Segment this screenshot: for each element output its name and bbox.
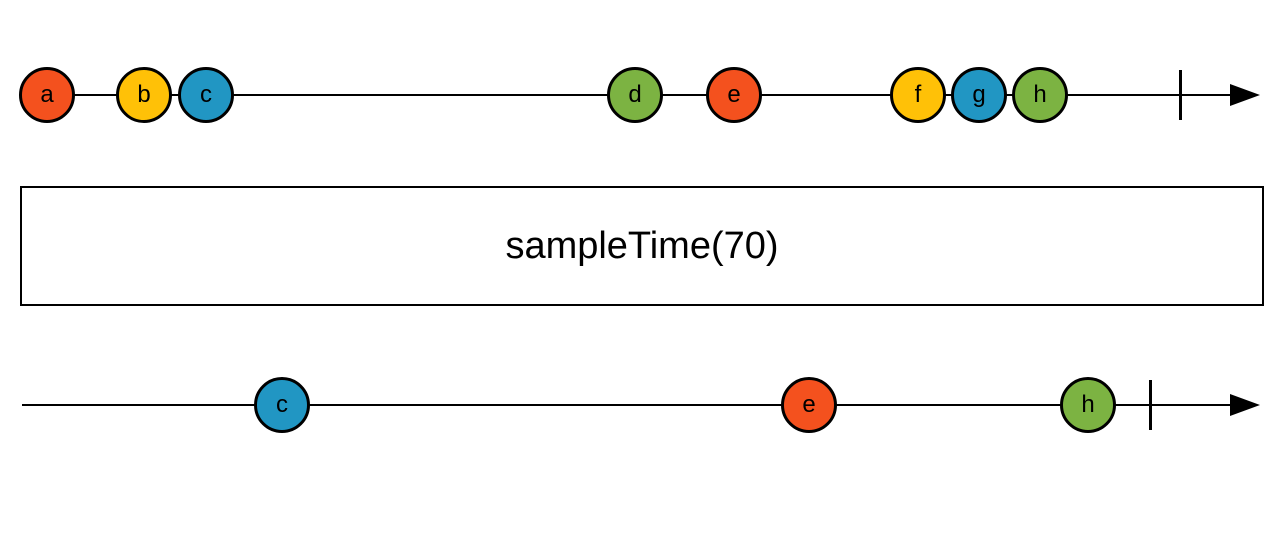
marble-e-output: e	[781, 377, 837, 433]
marble-b: b	[116, 67, 172, 123]
operator-label: sampleTime(70)	[505, 225, 778, 268]
marble-label: d	[628, 81, 641, 109]
marble-label: c	[276, 391, 288, 419]
marble-label: h	[1081, 391, 1094, 419]
marble-c: c	[178, 67, 234, 123]
marble-a: a	[19, 67, 75, 123]
arrow-right-icon	[1230, 394, 1260, 416]
marble-diagram: a b c d e f g h sampleTime(70) c e h	[0, 0, 1280, 540]
arrow-right-icon	[1230, 84, 1260, 106]
marble-g: g	[951, 67, 1007, 123]
marble-h-output: h	[1060, 377, 1116, 433]
marble-label: f	[915, 81, 922, 109]
output-complete-tick	[1149, 380, 1152, 430]
marble-label: h	[1033, 81, 1046, 109]
marble-label: a	[40, 81, 53, 109]
marble-e: e	[706, 67, 762, 123]
input-complete-tick	[1179, 70, 1182, 120]
marble-label: b	[137, 81, 150, 109]
marble-d: d	[607, 67, 663, 123]
operator-box: sampleTime(70)	[20, 186, 1264, 306]
marble-label: e	[727, 81, 740, 109]
marble-label: c	[200, 81, 212, 109]
marble-c-output: c	[254, 377, 310, 433]
marble-f: f	[890, 67, 946, 123]
marble-label: g	[972, 81, 985, 109]
marble-h: h	[1012, 67, 1068, 123]
marble-label: e	[802, 391, 815, 419]
output-timeline	[22, 404, 1230, 406]
